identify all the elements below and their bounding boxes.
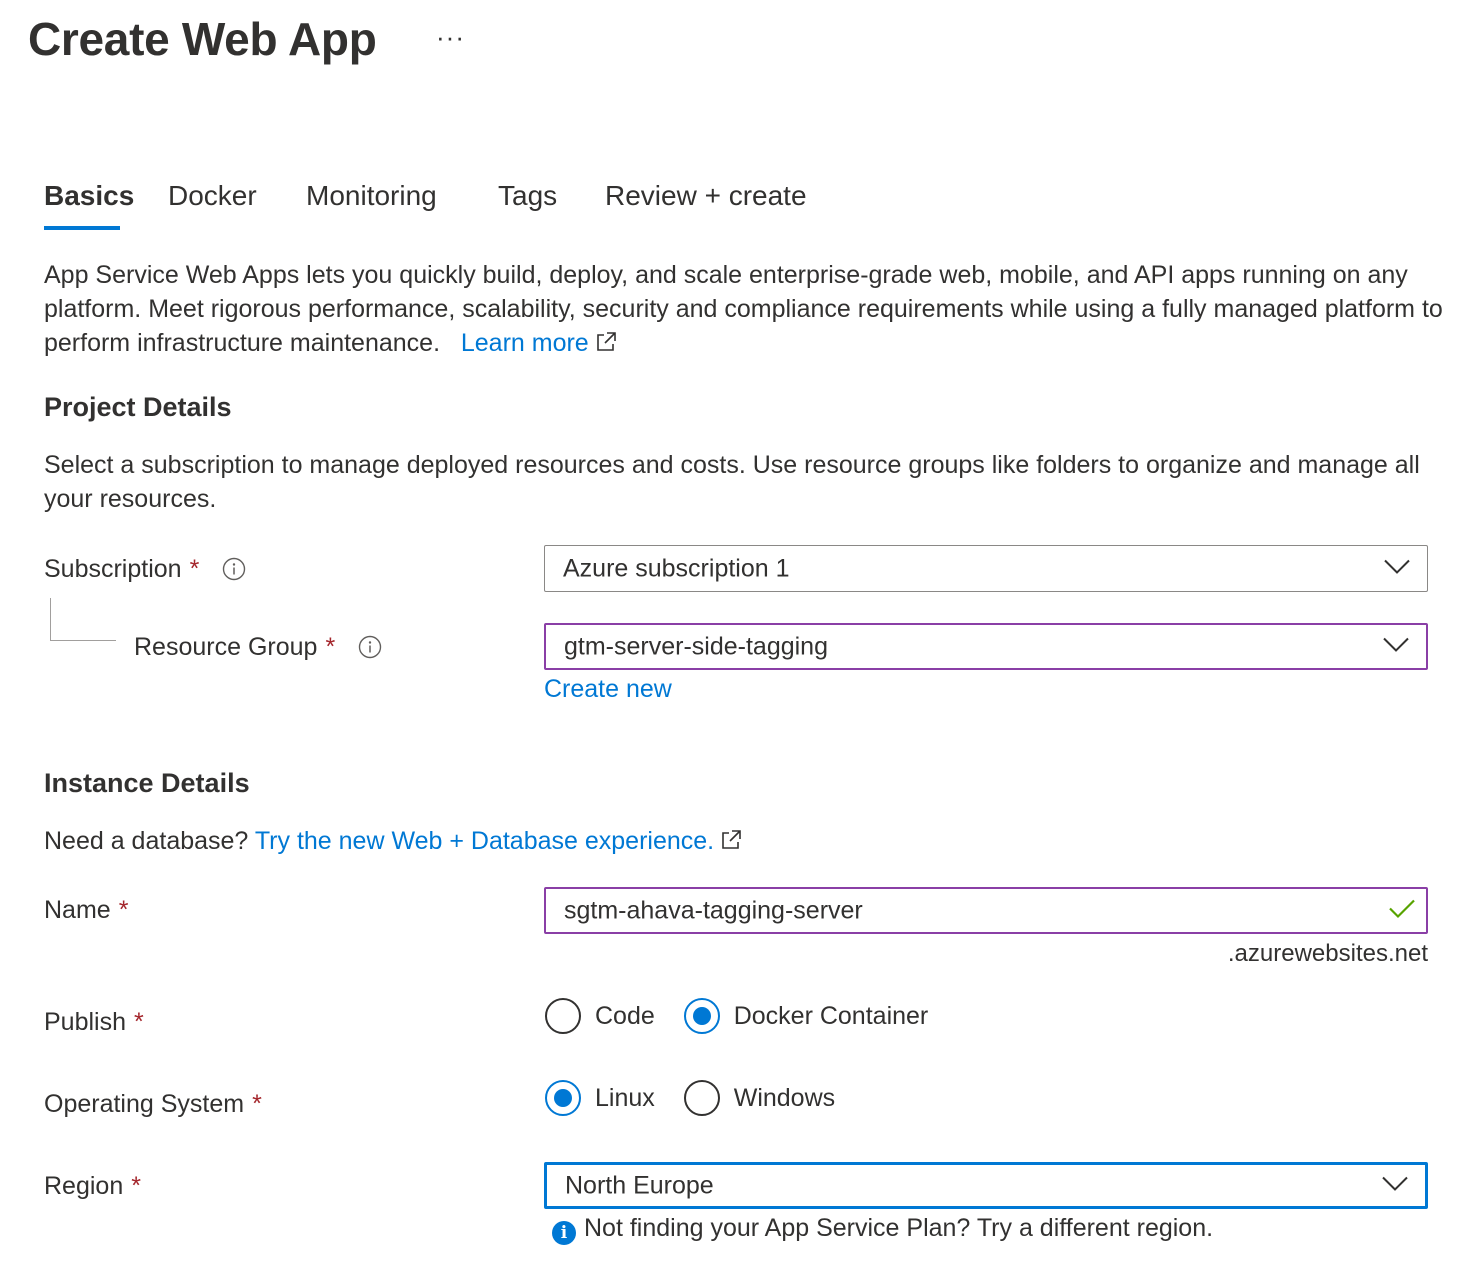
os-option-linux[interactable]: Linux xyxy=(545,1080,655,1116)
instance-details-heading: Instance Details xyxy=(44,768,250,798)
resource-group-label-row: Resource Group * xyxy=(134,633,382,666)
create-new-link[interactable]: Create new xyxy=(544,675,672,704)
region-hint-text: Not finding your App Service Plan? Try a… xyxy=(584,1214,1214,1242)
checkmark-icon xyxy=(1388,897,1416,924)
os-option-windows[interactable]: Windows xyxy=(683,1080,836,1116)
tab-docker[interactable]: Docker xyxy=(168,180,257,212)
required-marker: * xyxy=(118,896,129,924)
tab-monitoring[interactable]: Monitoring xyxy=(306,180,437,212)
subscription-label-row: Subscription * xyxy=(44,555,246,588)
learn-more-label: Learn more xyxy=(460,329,589,357)
tab-review-create[interactable]: Review + create xyxy=(605,180,807,212)
radio-code[interactable] xyxy=(545,998,581,1034)
resource-group-label: Resource Group xyxy=(134,633,318,661)
publish-label-row: Publish * xyxy=(44,1008,144,1037)
chevron-down-icon xyxy=(1383,558,1411,579)
radio-windows[interactable] xyxy=(683,1080,720,1116)
radio-code-label: Code xyxy=(595,1001,655,1030)
page-title: Create Web App xyxy=(28,13,377,65)
intro-text: App Service Web Apps lets you quickly bu… xyxy=(44,258,1444,362)
name-input[interactable]: sgtm-ahava-tagging-server xyxy=(544,887,1428,934)
external-link-icon xyxy=(720,826,742,860)
database-prompt: Need a database? Try the new Web + Datab… xyxy=(44,824,1444,860)
required-marker: * xyxy=(189,555,200,583)
chevron-down-icon xyxy=(1382,636,1410,657)
required-marker: * xyxy=(134,1008,144,1036)
publish-radio-group: Code Docker Container xyxy=(545,998,928,1034)
project-details-heading: Project Details xyxy=(44,392,232,422)
intro-description: App Service Web Apps lets you quickly bu… xyxy=(44,261,1443,357)
subscription-value: Azure subscription 1 xyxy=(563,554,790,582)
learn-more-link[interactable]: Learn more xyxy=(461,329,617,357)
tree-connector xyxy=(50,598,116,641)
database-prompt-text: Need a database? xyxy=(44,827,249,855)
publish-option-code[interactable]: Code xyxy=(545,998,655,1034)
region-value: North Europe xyxy=(565,1171,714,1199)
resource-group-dropdown[interactable]: gtm-server-side-tagging xyxy=(544,623,1428,670)
radio-linux-label: Linux xyxy=(595,1083,655,1112)
subscription-dropdown[interactable]: Azure subscription 1 xyxy=(544,545,1428,592)
resource-group-value: gtm-server-side-tagging xyxy=(564,632,828,660)
active-tab-indicator xyxy=(44,226,120,230)
domain-suffix: .azurewebsites.net xyxy=(1227,940,1428,967)
required-marker: * xyxy=(325,633,336,661)
os-radio-group: Linux Windows xyxy=(545,1080,835,1116)
region-dropdown[interactable]: North Europe xyxy=(544,1162,1428,1209)
name-label-row: Name * xyxy=(44,896,128,925)
web-database-link[interactable]: Try the new Web + Database experience. xyxy=(255,827,742,855)
radio-docker-label: Docker Container xyxy=(733,1001,929,1030)
tab-tags[interactable]: Tags xyxy=(498,180,557,212)
info-icon[interactable] xyxy=(222,557,246,588)
os-label-row: Operating System * xyxy=(44,1090,262,1119)
radio-linux[interactable] xyxy=(545,1080,581,1116)
web-database-link-label: Try the new Web + Database experience. xyxy=(254,827,715,855)
info-icon[interactable] xyxy=(358,635,382,666)
subscription-label: Subscription xyxy=(44,555,182,583)
region-label: Region xyxy=(44,1172,124,1200)
region-hint: i Not finding your App Service Plan? Try … xyxy=(552,1214,1213,1245)
chevron-down-icon xyxy=(1381,1175,1409,1196)
external-link-icon xyxy=(595,328,617,362)
required-marker: * xyxy=(131,1172,141,1200)
project-details-description: Select a subscription to manage deployed… xyxy=(44,451,1420,513)
name-label: Name xyxy=(44,896,111,924)
radio-docker-container[interactable] xyxy=(683,998,720,1034)
publish-label: Publish xyxy=(44,1008,126,1036)
name-value: sgtm-ahava-tagging-server xyxy=(564,896,863,924)
info-filled-icon: i xyxy=(552,1221,576,1245)
required-marker: * xyxy=(252,1090,262,1118)
tab-basics[interactable]: Basics xyxy=(44,180,134,212)
region-label-row: Region * xyxy=(44,1172,141,1201)
publish-option-docker[interactable]: Docker Container xyxy=(683,998,929,1034)
radio-windows-label: Windows xyxy=(733,1083,836,1112)
more-options-button[interactable]: ··· xyxy=(436,22,465,53)
os-label: Operating System xyxy=(44,1090,245,1118)
